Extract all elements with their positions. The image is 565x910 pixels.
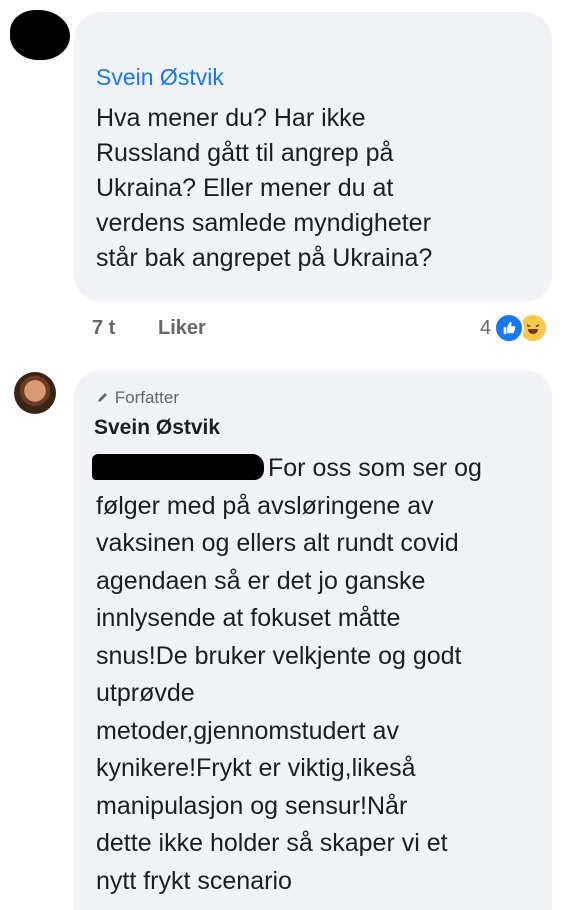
author-badge: Forfatter [96,388,179,408]
author-badge-label: Forfatter [114,388,179,407]
comment-author-link[interactable]: Svein Østvik [96,64,224,91]
reaction-summary[interactable]: 4 [480,313,549,343]
reply-text: For oss som ser og følger med på avsløri… [96,454,482,895]
commenter-avatar-redacted[interactable] [10,10,70,60]
comment-timestamp[interactable]: 7 t [92,317,115,340]
like-button[interactable]: Liker [158,317,206,340]
comment-text: Hva mener du? Har ikke Russland gått til… [96,104,433,272]
reaction-count: 4 [480,316,492,339]
pencil-icon [96,388,115,407]
author-avatar[interactable] [14,372,56,414]
reply-author-link[interactable]: Svein Østvik [94,416,220,440]
like-icon [494,313,525,343]
